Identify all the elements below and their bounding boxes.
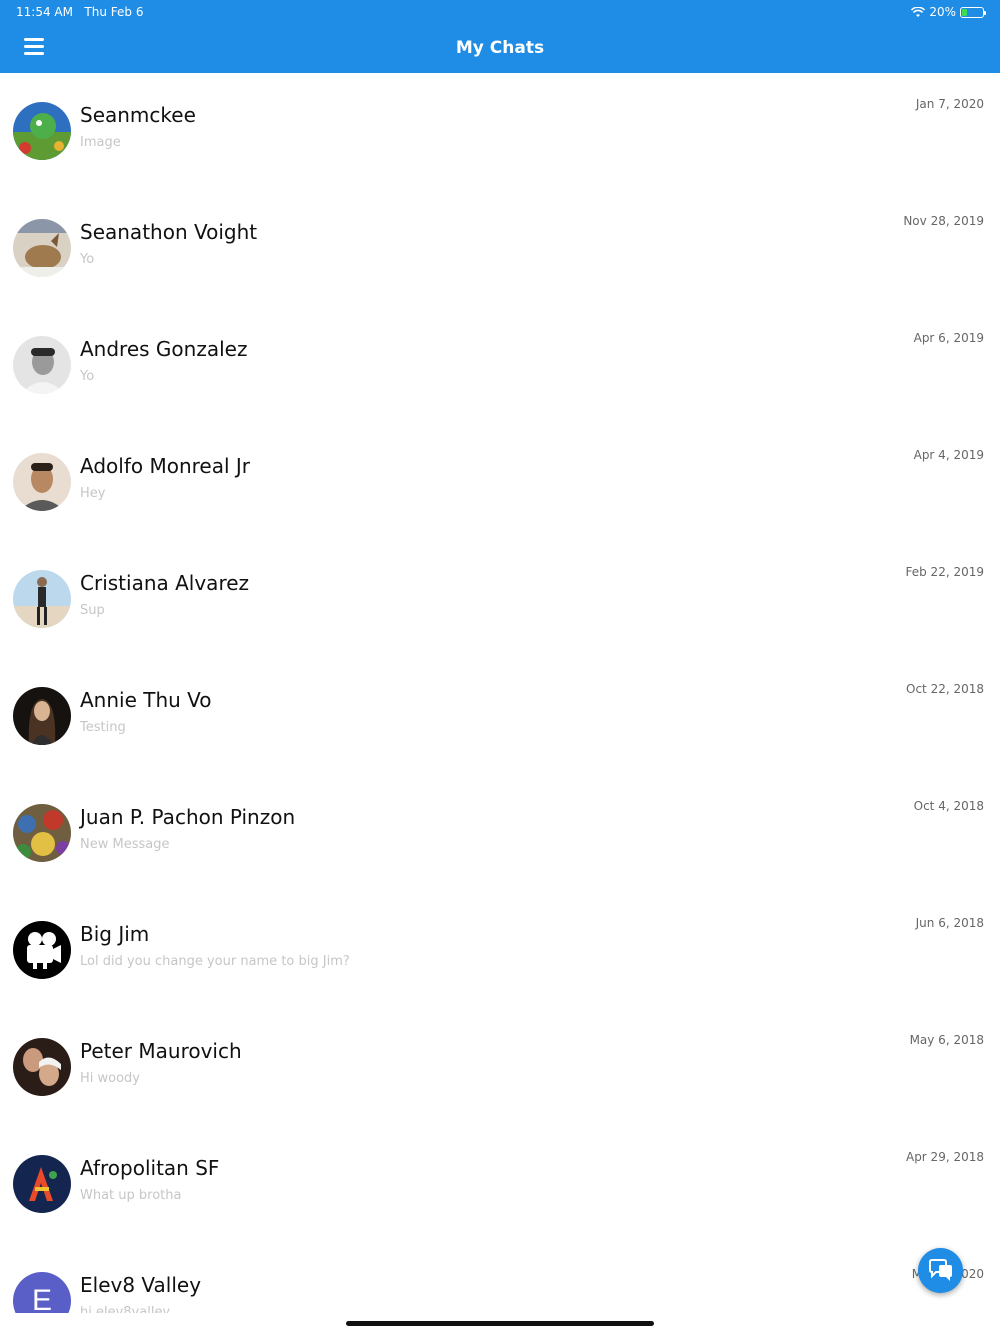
- chat-name: Seanmckee: [80, 103, 196, 127]
- avatar: [13, 804, 71, 862]
- chat-row[interactable]: Adolfo Monreal Jr Hey Apr 4, 2019: [0, 424, 1000, 541]
- chat-list: Seanmckee Image Jan 7, 2020 Seanathon Vo…: [0, 73, 1000, 1313]
- chat-name: Big Jim: [80, 922, 150, 946]
- avatar: [13, 921, 71, 979]
- chat-row[interactable]: Seanmckee Image Jan 7, 2020: [0, 73, 1000, 190]
- chat-preview: Lol did you change your name to big Jim?: [80, 954, 350, 969]
- chat-row[interactable]: Peter Maurovich Hi woody May 6, 2018: [0, 1009, 1000, 1126]
- avatar: [13, 687, 71, 745]
- battery-percent: 20%: [929, 5, 956, 19]
- chat-date: Apr 6, 2019: [913, 331, 984, 345]
- chat-preview: Testing: [80, 720, 126, 735]
- chat-name: Seanathon Voight: [80, 220, 258, 244]
- status-time: 11:54 AM Thu Feb 6: [16, 5, 143, 19]
- wifi-icon: [911, 6, 926, 17]
- chat-name: Elev8 Valley: [80, 1273, 202, 1297]
- chat-preview: Sup: [80, 603, 105, 618]
- chat-preview: Yo: [80, 252, 95, 267]
- status-indicators: 20%: [911, 5, 986, 19]
- avatar: [13, 453, 71, 511]
- chat-date: Apr 29, 2018: [905, 1150, 984, 1164]
- chat-date: Jan 7, 2020: [915, 97, 984, 111]
- status-time-text: 11:54 AM: [16, 5, 73, 19]
- avatar: [13, 219, 71, 277]
- chat-preview: What up brotha: [80, 1188, 182, 1203]
- page-title: My Chats: [455, 38, 545, 58]
- avatar: [13, 570, 71, 628]
- chat-row[interactable]: Big Jim Lol did you change your name to …: [0, 892, 1000, 1009]
- avatar: E: [13, 1272, 71, 1313]
- chat-preview: Hi woody: [80, 1071, 141, 1086]
- chat-name: Juan P. Pachon Pinzon: [80, 805, 296, 829]
- avatar: [13, 336, 71, 394]
- chat-name: Annie Thu Vo: [80, 688, 212, 712]
- chat-date: Feb 22, 2019: [905, 565, 985, 579]
- chat-row[interactable]: E Elev8 Valley hi elev8valley Mar 5, 202…: [0, 1243, 1000, 1313]
- chat-name: Adolfo Monreal Jr: [80, 454, 250, 478]
- chat-name: Cristiana Alvarez: [80, 571, 250, 595]
- chat-preview: Yo: [80, 369, 95, 384]
- avatar: [13, 1155, 71, 1213]
- chat-bubbles-icon: [928, 1258, 952, 1281]
- avatar-letter: E: [31, 1284, 52, 1313]
- chat-name: Afropolitan SF: [80, 1156, 220, 1180]
- chat-date: Apr 4, 2019: [913, 448, 984, 462]
- chat-row[interactable]: Afropolitan SF What up brotha Apr 29, 20…: [0, 1126, 1000, 1243]
- battery-icon: [960, 6, 986, 18]
- chat-preview: New Message: [80, 837, 170, 852]
- chat-name: Andres Gonzalez: [80, 337, 248, 361]
- status-date-text: Thu Feb 6: [84, 5, 144, 19]
- chat-date: Oct 22, 2018: [906, 682, 984, 696]
- app-header: 11:54 AM Thu Feb 6 20% My Chats: [0, 0, 1000, 73]
- chat-preview: Image: [80, 135, 121, 150]
- chat-row[interactable]: Juan P. Pachon Pinzon New Message Oct 4,…: [0, 775, 1000, 892]
- chat-row[interactable]: Andres Gonzalez Yo Apr 6, 2019: [0, 307, 1000, 424]
- chat-date: May 6, 2018: [909, 1033, 984, 1047]
- avatar: [13, 102, 71, 160]
- chat-date: Nov 28, 2019: [903, 214, 984, 228]
- chat-row[interactable]: Annie Thu Vo Testing Oct 22, 2018: [0, 658, 1000, 775]
- chat-preview: hi elev8valley: [80, 1305, 171, 1313]
- chat-date: Jun 6, 2018: [915, 916, 984, 930]
- home-indicator: [346, 1321, 654, 1326]
- chat-preview: Hey: [80, 486, 106, 501]
- new-chat-button[interactable]: [918, 1248, 963, 1293]
- avatar: [13, 1038, 71, 1096]
- chat-row[interactable]: Seanathon Voight Yo Nov 28, 2019: [0, 190, 1000, 307]
- chat-row[interactable]: Cristiana Alvarez Sup Feb 22, 2019: [0, 541, 1000, 658]
- chat-date: Oct 4, 2018: [913, 799, 984, 813]
- chat-name: Peter Maurovich: [80, 1039, 242, 1063]
